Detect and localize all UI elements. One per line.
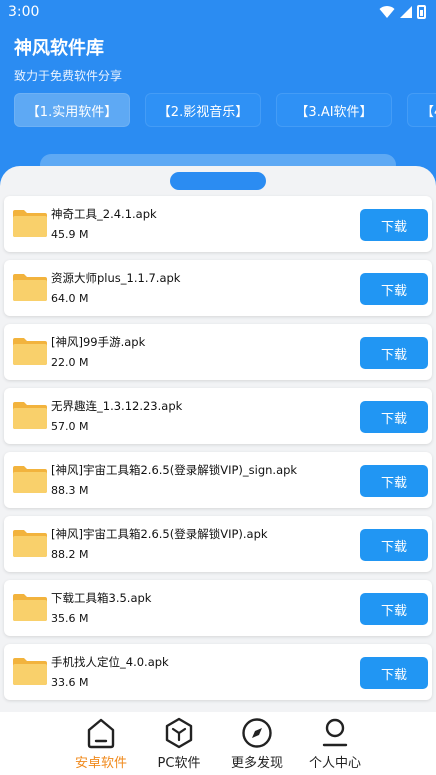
folder-icon [13, 466, 47, 493]
file-size: 35.6 M [51, 612, 89, 625]
download-button[interactable]: 下载 [360, 465, 428, 497]
folder-icon [13, 402, 47, 429]
nav-pc-software[interactable]: PC软件 [134, 716, 224, 774]
file-name: 神奇工具_2.4.1.apk [51, 207, 157, 221]
file-name: [神风]99手游.apk [51, 335, 146, 349]
folder-icon [13, 530, 47, 557]
nav-android-software[interactable]: 安卓软件 [56, 716, 146, 774]
cube-icon [165, 717, 193, 749]
folder-icon [13, 658, 47, 685]
file-size: 88.3 M [51, 484, 89, 497]
sheet-handle[interactable] [170, 172, 266, 190]
home-icon [87, 718, 115, 749]
tab-ai-software[interactable]: 【3.AI软件】 [276, 93, 392, 127]
file-size: 22.0 M [51, 356, 89, 369]
nav-label: 个人中心 [308, 756, 361, 771]
file-size: 45.9 M [51, 228, 89, 241]
status-icons [379, 5, 426, 19]
file-name: 下载工具箱3.5.apk [51, 591, 152, 605]
list-item: 手机找人定位_4.0.apk 33.6 M 下载 [4, 644, 432, 700]
compass-icon [242, 718, 272, 748]
file-name: [神风]宇宙工具箱2.6.5(登录解锁VIP)_sign.apk [51, 463, 298, 477]
app-title: 神风软件库 [14, 38, 104, 59]
signal-icon [400, 6, 412, 18]
file-name: [神风]宇宙工具箱2.6.5(登录解锁VIP).apk [51, 527, 268, 541]
folder-icon [13, 274, 47, 301]
file-list-sheet: 神奇工具_2.4.1.apk 45.9 M 下载 资源大师plus_1.1.7.… [0, 166, 436, 775]
file-size: 88.2 M [51, 548, 89, 561]
status-bar: 3:00 [0, 0, 436, 26]
file-size: 33.6 M [51, 676, 89, 689]
file-size: 57.0 M [51, 420, 89, 433]
bottom-nav: 安卓软件 PC软件 更多发现 个人中心 [0, 712, 436, 775]
person-icon [322, 718, 348, 747]
list-item: [神风]宇宙工具箱2.6.5(登录解锁VIP).apk 88.2 M 下载 [4, 516, 432, 572]
download-button[interactable]: 下载 [360, 337, 428, 369]
nav-profile[interactable]: 个人中心 [290, 716, 380, 774]
list-item: 资源大师plus_1.1.7.apk 64.0 M 下载 [4, 260, 432, 316]
download-button[interactable]: 下载 [360, 593, 428, 625]
app-subtitle: 致力于免费软件分享 [14, 69, 123, 83]
wifi-icon [379, 6, 395, 19]
list-item: 下载工具箱3.5.apk 35.6 M 下载 [4, 580, 432, 636]
download-button[interactable]: 下载 [360, 273, 428, 305]
nav-label: 更多发现 [230, 756, 283, 771]
file-name: 无界趣连_1.3.12.23.apk [51, 399, 183, 413]
tab-practical-software[interactable]: 【1.实用软件】 [14, 93, 130, 127]
folder-icon [13, 594, 47, 621]
download-button[interactable]: 下载 [360, 209, 428, 241]
file-name: 手机找人定位_4.0.apk [51, 655, 169, 669]
nav-label: PC软件 [157, 756, 201, 771]
list-item: [神风]宇宙工具箱2.6.5(登录解锁VIP)_sign.apk 88.3 M … [4, 452, 432, 508]
folder-icon [13, 210, 47, 237]
file-size: 64.0 M [51, 292, 89, 305]
tab-video-music[interactable]: 【2.影视音乐】 [145, 93, 261, 127]
list-item: [神风]99手游.apk 22.0 M 下载 [4, 324, 432, 380]
download-button[interactable]: 下载 [360, 529, 428, 561]
category-tabs: 【1.实用软件】 【2.影视音乐】 【3.AI软件】 【4 [14, 93, 436, 127]
battery-icon [417, 5, 426, 19]
nav-discover[interactable]: 更多发现 [212, 716, 302, 774]
list-item: 无界趣连_1.3.12.23.apk 57.0 M 下载 [4, 388, 432, 444]
list-item: 神奇工具_2.4.1.apk 45.9 M 下载 [4, 196, 432, 252]
folder-icon [13, 338, 47, 365]
download-button[interactable]: 下载 [360, 657, 428, 689]
download-button[interactable]: 下载 [360, 401, 428, 433]
file-name: 资源大师plus_1.1.7.apk [51, 271, 181, 285]
nav-label: 安卓软件 [74, 756, 127, 771]
status-time: 3:00 [8, 4, 40, 20]
tab-4[interactable]: 【4 [407, 93, 436, 127]
